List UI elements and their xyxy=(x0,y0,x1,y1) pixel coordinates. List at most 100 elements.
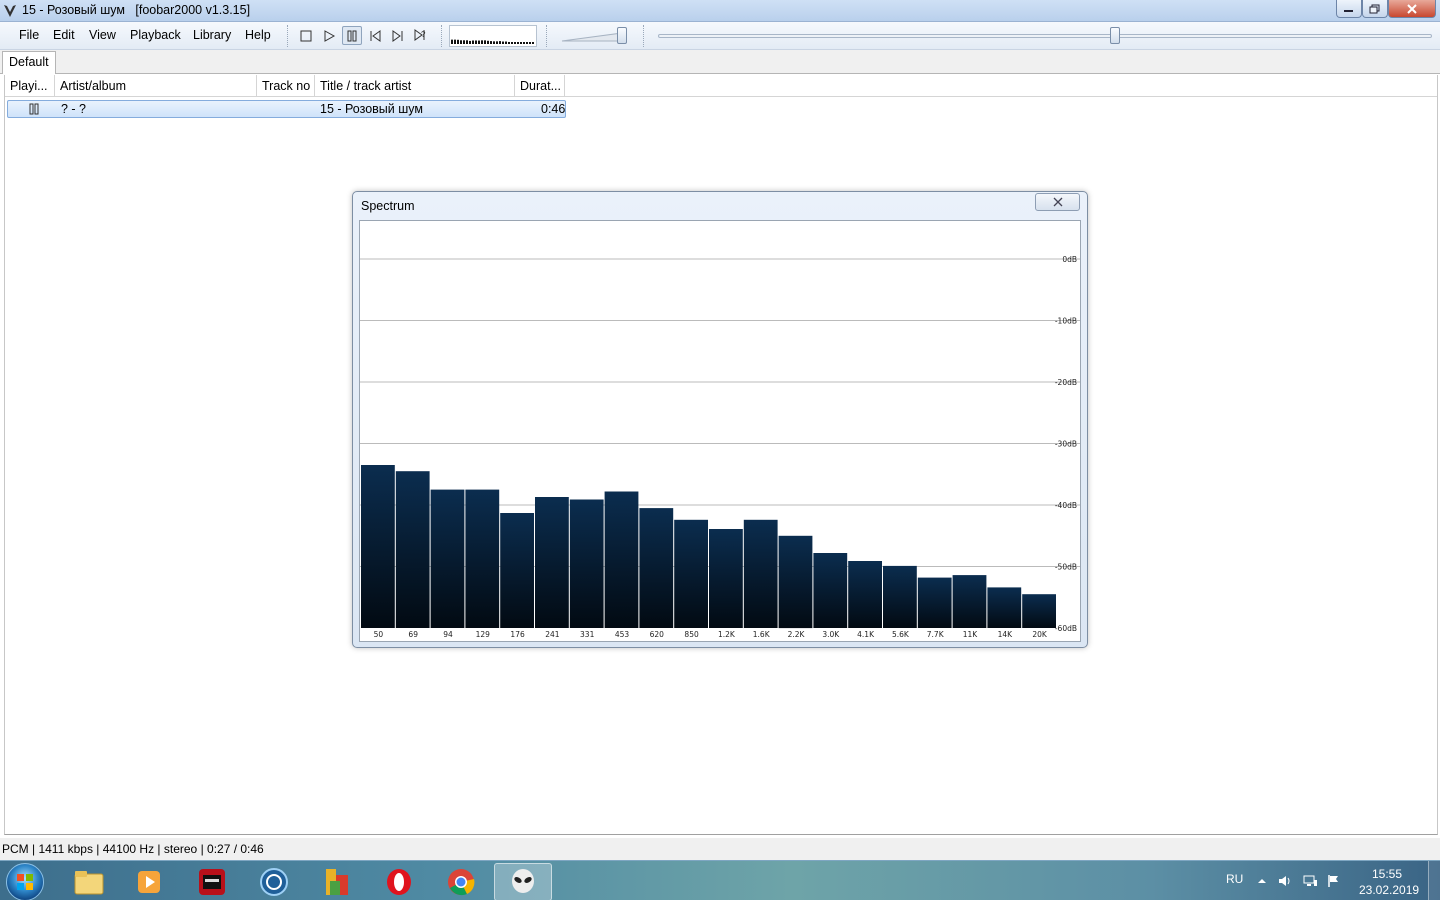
menu-playback[interactable]: Playback xyxy=(130,28,181,42)
spectrum-bar xyxy=(1022,594,1056,628)
mini-vis-bar xyxy=(508,41,510,44)
mini-vis-bar xyxy=(493,41,495,44)
volume-slider[interactable] xyxy=(560,27,632,45)
band-label: 4.1K xyxy=(857,630,875,639)
mini-vis-bar xyxy=(457,39,459,44)
spectrum-bar xyxy=(569,499,604,628)
taskbar-sound-forge[interactable] xyxy=(183,863,241,900)
spectrum-bar xyxy=(952,575,987,628)
tab-default[interactable]: Default xyxy=(2,51,56,74)
mini-vis-bar xyxy=(514,42,516,44)
mini-spectrum-visualizer[interactable] xyxy=(449,25,537,47)
band-label: 94 xyxy=(443,630,453,639)
column-duration[interactable]: Durat... xyxy=(515,75,565,97)
spectrum-bar xyxy=(848,561,882,628)
band-label: 1.6K xyxy=(753,630,771,639)
playlist-row[interactable]: ? - ? 15 - Розовый шум 0:46 xyxy=(7,100,566,118)
show-desktop-button[interactable] xyxy=(1428,861,1440,900)
mini-vis-bar xyxy=(475,40,477,44)
taskbar-app-launcher[interactable] xyxy=(245,863,303,900)
band-label: 176 xyxy=(510,630,525,639)
column-artist-album[interactable]: Artist/album xyxy=(55,75,257,97)
toolbar-separator xyxy=(287,25,289,47)
taskbar-explorer[interactable] xyxy=(60,863,118,900)
mini-vis-bar xyxy=(472,40,474,44)
taskbar-foobar2000[interactable] xyxy=(494,863,552,900)
close-button[interactable] xyxy=(1388,0,1436,18)
column-track-no[interactable]: Track no xyxy=(257,75,315,97)
stop-button[interactable] xyxy=(296,26,316,45)
menu-view[interactable]: View xyxy=(89,28,116,42)
mini-vis-bar xyxy=(523,42,525,44)
mini-vis-bar xyxy=(529,42,531,44)
menu-file[interactable]: File xyxy=(19,28,39,42)
spectrum-bar xyxy=(465,489,500,628)
spectrum-bar xyxy=(743,519,778,628)
band-label: 3.0K xyxy=(822,630,840,639)
band-label: 850 xyxy=(684,630,699,639)
menu-help[interactable]: Help xyxy=(245,28,271,42)
network-icon[interactable] xyxy=(1302,873,1318,889)
volume-icon[interactable] xyxy=(1277,873,1293,889)
pause-icon xyxy=(347,30,357,41)
folder-icon xyxy=(74,871,104,895)
sound-forge-icon xyxy=(199,869,225,895)
show-hidden-icons-icon[interactable] xyxy=(1254,873,1270,889)
spectrum-close-button[interactable] xyxy=(1035,193,1080,211)
random-button[interactable]: ? xyxy=(411,26,431,45)
band-label: 620 xyxy=(650,630,665,639)
band-label: 5.6K xyxy=(892,630,910,639)
db-label: -40dB xyxy=(1055,501,1077,510)
next-button[interactable] xyxy=(388,26,408,45)
taskbar-opera[interactable] xyxy=(370,863,428,900)
minimize-button[interactable] xyxy=(1336,0,1362,18)
spectrum-bar xyxy=(883,565,917,628)
play-button[interactable] xyxy=(319,26,339,45)
band-label: 50 xyxy=(374,630,384,639)
next-icon xyxy=(392,29,403,42)
mini-vis-bar xyxy=(532,42,534,44)
stop-icon xyxy=(300,30,312,41)
playlist-header: Playi... Artist/album Track no Title / t… xyxy=(5,75,1437,97)
taskbar-chrome[interactable] xyxy=(432,863,490,900)
title-bar: 15 - Розовый шум [foobar2000 v1.3.15] xyxy=(0,0,1440,22)
menu-edit[interactable]: Edit xyxy=(53,28,75,42)
volume-thumb[interactable] xyxy=(617,27,627,44)
previous-button[interactable] xyxy=(365,26,385,45)
pause-button[interactable] xyxy=(342,26,362,45)
spectrum-display: 0dB -10dB -20dB -30dB -40dB -50dB -60dB 50 69 94… xyxy=(359,220,1081,642)
db-label: -60dB xyxy=(1055,624,1077,633)
clock-date[interactable]: 23.02.2019 xyxy=(1359,883,1419,897)
language-indicator[interactable]: RU xyxy=(1226,872,1243,886)
seek-thumb[interactable] xyxy=(1109,27,1120,44)
action-center-flag-icon[interactable] xyxy=(1326,873,1342,889)
minimize-icon xyxy=(1344,9,1353,12)
spectrum-bar xyxy=(917,577,952,628)
opera-icon xyxy=(387,869,411,895)
mini-spectrum-bars xyxy=(451,39,534,44)
toolbar-separator xyxy=(441,25,443,47)
mini-vis-bar xyxy=(526,42,528,44)
foobar-app-icon xyxy=(4,5,16,17)
column-playing[interactable]: Playi... xyxy=(5,75,55,97)
seek-bar[interactable] xyxy=(658,34,1432,38)
spectrum-bar xyxy=(604,491,639,628)
column-title[interactable]: Title / track artist xyxy=(315,75,515,97)
mini-vis-bar xyxy=(454,39,456,44)
mini-vis-bar xyxy=(469,40,471,44)
close-icon xyxy=(1053,197,1062,207)
spectrum-title: Spectrum xyxy=(361,199,415,213)
spectrum-bar xyxy=(709,529,743,628)
spectrum-chart: 0dB -10dB -20dB -30dB -40dB -50dB -60dB 50 69 94… xyxy=(360,255,1080,639)
mini-vis-bar xyxy=(502,41,504,44)
row-artist-album: ? - ? xyxy=(61,102,87,116)
svg-text:?: ? xyxy=(421,30,426,39)
taskbar-winamp-like[interactable] xyxy=(308,863,366,900)
clock-time[interactable]: 15:55 xyxy=(1372,867,1402,881)
menu-library[interactable]: Library xyxy=(193,28,231,42)
chrome-icon xyxy=(448,869,475,896)
start-button[interactable] xyxy=(6,863,44,900)
mini-vis-bar xyxy=(478,40,480,44)
restore-button[interactable] xyxy=(1362,0,1388,18)
taskbar-media-player[interactable] xyxy=(120,863,178,900)
